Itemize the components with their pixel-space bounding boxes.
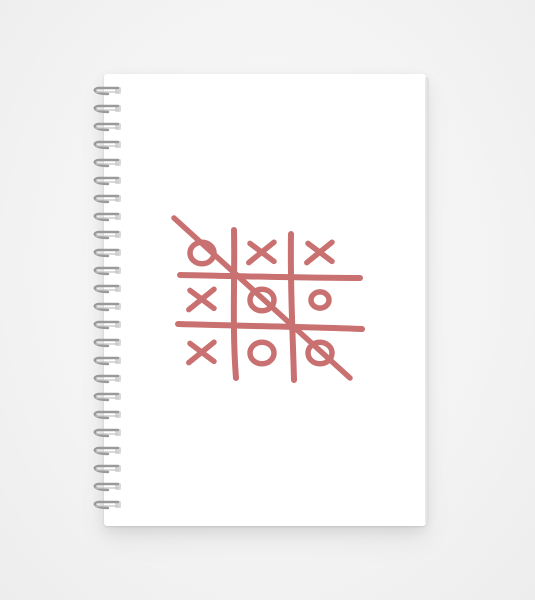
spiral-coil <box>93 248 121 258</box>
spiral-coil <box>93 122 121 132</box>
spiral-coil <box>93 392 121 402</box>
spiral-coil <box>93 410 121 420</box>
spiral-coil <box>93 302 121 312</box>
spiral-coil <box>93 446 121 456</box>
spiral-coil <box>93 284 121 294</box>
spiral-coil <box>93 140 121 150</box>
spiral-coil <box>93 86 121 96</box>
spiral-coil <box>93 464 121 474</box>
page-edge <box>425 77 429 523</box>
spiral-coil <box>93 212 121 222</box>
grid-line-vertical-left <box>230 227 239 381</box>
grid-line-horizontal-bottom <box>175 321 365 332</box>
tic-tac-toe-artwork <box>171 215 365 383</box>
spiral-coil <box>93 428 121 438</box>
product-photo <box>0 0 535 600</box>
spiral-coil <box>93 338 121 348</box>
spiral-coil <box>93 230 121 240</box>
spiral-coil <box>93 374 121 384</box>
grid-line-vertical-right <box>287 231 297 383</box>
o-mark <box>247 339 277 367</box>
spiral-coil <box>93 158 121 168</box>
grid-line-horizontal-top <box>177 272 363 281</box>
o-mark <box>308 289 332 311</box>
spiral-coil <box>93 320 121 330</box>
spiral-coil <box>93 500 121 510</box>
spiral-coil <box>93 176 121 186</box>
spiral-coil <box>93 482 121 492</box>
spiral-coil <box>93 104 121 114</box>
spiral-coil <box>93 266 121 276</box>
spiral-coil <box>93 194 121 204</box>
spiral-binding <box>93 86 121 510</box>
spiral-coil <box>93 356 121 366</box>
